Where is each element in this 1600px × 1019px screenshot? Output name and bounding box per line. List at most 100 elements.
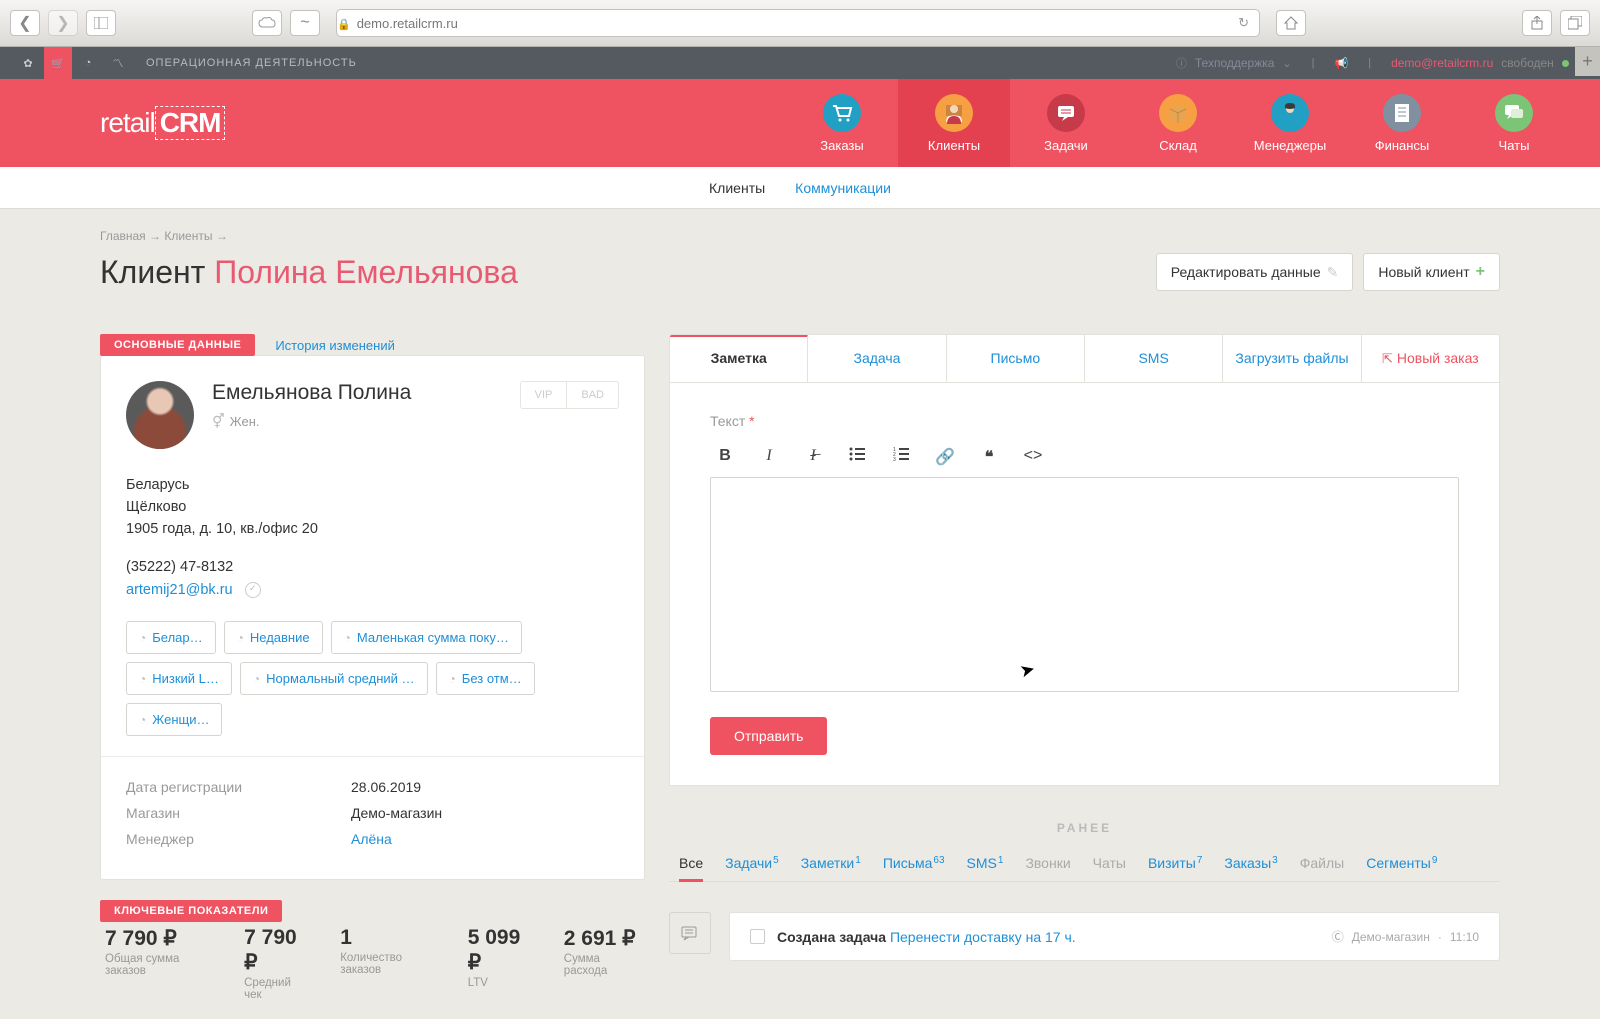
client-phone: (35222) 47-8132 xyxy=(126,559,619,575)
help-icon[interactable]: ⓘ xyxy=(1176,55,1187,71)
sidebar-toggle[interactable] xyxy=(86,10,116,36)
box-icon xyxy=(1159,94,1197,132)
tab-letter[interactable]: Письмо xyxy=(947,335,1085,382)
nav-tasks[interactable]: Задачи xyxy=(1010,79,1122,167)
tag[interactable]: ◔Низкий L… xyxy=(126,662,232,695)
tab-new-order[interactable]: ⇱Новый заказ xyxy=(1362,335,1499,382)
steam-button[interactable]: ~ xyxy=(290,10,320,36)
url-text: demo.retailcrm.ru xyxy=(357,16,458,31)
tab-upload[interactable]: Загрузить файлы xyxy=(1223,335,1361,382)
tab-task[interactable]: Задача xyxy=(808,335,946,382)
link-icon[interactable]: 🔗 xyxy=(935,447,955,467)
home-icon xyxy=(1284,16,1298,30)
code-icon[interactable]: <> xyxy=(1023,447,1043,467)
nav-clients[interactable]: Клиенты xyxy=(898,79,1010,167)
bullet-list-icon[interactable] xyxy=(847,447,867,467)
client-email[interactable]: artemij21@bk.ru xyxy=(126,582,233,598)
share-icon xyxy=(1531,16,1543,30)
cloud-button[interactable] xyxy=(252,10,282,36)
main-data-tag: ОСНОВНЫЕ ДАННЫЕ xyxy=(100,334,255,356)
filter-tasks[interactable]: Задачи5 xyxy=(725,855,779,871)
vip-button[interactable]: VIP xyxy=(520,381,568,409)
pie-icon: ◔ xyxy=(344,631,351,645)
home-button[interactable] xyxy=(1276,10,1306,36)
task-link[interactable]: Перенести доставку на 17 ч. xyxy=(890,929,1076,945)
filter-visits[interactable]: Визиты7 xyxy=(1148,855,1202,871)
address-bar[interactable]: demo.retailcrm.ru ↻ xyxy=(336,9,1260,37)
numbered-list-icon[interactable]: 123 xyxy=(891,447,911,467)
megaphone-icon[interactable]: 📢 xyxy=(1335,57,1349,70)
filter-notes[interactable]: Заметки1 xyxy=(801,855,861,871)
sub-nav: Клиенты Коммуникации xyxy=(0,167,1600,209)
new-client-button[interactable]: Новый клиент + xyxy=(1363,253,1500,291)
forward-button[interactable]: ❯ xyxy=(48,10,78,36)
filter-chats[interactable]: Чаты xyxy=(1093,855,1126,871)
filter-sms[interactable]: SMS1 xyxy=(967,855,1004,871)
bad-button[interactable]: BAD xyxy=(567,381,619,409)
analytics-icon[interactable]: ◔ xyxy=(74,47,102,79)
subnav-clients[interactable]: Клиенты xyxy=(709,180,765,196)
cloud-icon xyxy=(258,17,276,29)
tag[interactable]: ◔Недавние xyxy=(224,621,323,654)
filter-calls[interactable]: Звонки xyxy=(1025,855,1070,871)
nav-chats[interactable]: Чаты xyxy=(1458,79,1570,167)
kpi-total: 7 790 ₽ xyxy=(105,926,214,951)
action-tabs: Заметка Задача Письмо SMS Загрузить файл… xyxy=(669,334,1500,383)
tag[interactable]: ◔Маленькая сумма поку… xyxy=(331,621,522,654)
tag[interactable]: ◔Женщи… xyxy=(126,703,222,736)
filter-all[interactable]: Все xyxy=(679,855,703,871)
cart-util-icon[interactable]: 🛒 xyxy=(44,47,72,79)
timeline-icon xyxy=(669,912,711,954)
subnav-comm[interactable]: Коммуникации xyxy=(795,180,891,196)
nav-managers[interactable]: Менеджеры xyxy=(1234,79,1346,167)
browser-chrome: ❮ ❯ ~ demo.retailcrm.ru ↻ xyxy=(0,0,1600,47)
breadcrumb: Главная → Клиенты → xyxy=(100,229,1500,243)
manager-value[interactable]: Алёна xyxy=(351,831,392,847)
document-icon xyxy=(1383,94,1421,132)
tag[interactable]: ◔Нормальный средний … xyxy=(240,662,428,695)
filter-orders[interactable]: Заказы3 xyxy=(1224,855,1277,871)
note-editor[interactable] xyxy=(710,477,1459,692)
filter-segments[interactable]: Сегменты9 xyxy=(1366,855,1437,871)
edit-button[interactable]: Редактировать данные ✎ xyxy=(1156,253,1354,291)
tag[interactable]: ◔Без отм… xyxy=(436,662,535,695)
task-checkbox[interactable] xyxy=(750,929,765,944)
chats-icon xyxy=(1495,94,1533,132)
share-button[interactable] xyxy=(1522,10,1552,36)
strike-icon[interactable]: I̶ xyxy=(803,447,823,467)
quote-icon[interactable]: ❝ xyxy=(979,447,999,467)
gender-icon: ⚥ xyxy=(212,413,225,430)
client-fullname: Емельянова Полина xyxy=(212,381,502,405)
history-link[interactable]: История изменений xyxy=(275,338,395,353)
shop-badge-icon: Ⓒ xyxy=(1332,928,1344,945)
utility-bar: ✿ 🛒 ◔ 〽 ОПЕРАЦИОННАЯ ДЕЯТЕЛЬНОСТЬ ⓘ Техп… xyxy=(0,47,1600,79)
italic-icon[interactable]: I xyxy=(759,447,779,467)
tag[interactable]: ◔Белар… xyxy=(126,621,216,654)
user-email[interactable]: demo@retailcrm.ru xyxy=(1391,56,1493,70)
logo[interactable]: retailCRM xyxy=(100,106,225,140)
gear-icon[interactable]: ✿ xyxy=(14,47,42,79)
nav-finance[interactable]: Финансы xyxy=(1346,79,1458,167)
new-tab-button[interactable]: + xyxy=(1575,47,1600,76)
filter-letters[interactable]: Письма63 xyxy=(883,855,945,871)
filter-files[interactable]: Файлы xyxy=(1300,855,1344,871)
submit-button[interactable]: Отправить xyxy=(710,717,827,755)
tab-sms[interactable]: SMS xyxy=(1085,335,1223,382)
user-status: свободен xyxy=(1501,56,1554,70)
external-icon: ⇱ xyxy=(1382,351,1393,366)
pencil-icon: ✎ xyxy=(1327,264,1339,281)
tabs-button[interactable] xyxy=(1560,10,1590,36)
earlier-label: РАНЕЕ xyxy=(669,821,1500,835)
reload-icon[interactable]: ↻ xyxy=(1238,15,1249,31)
bold-icon[interactable]: B xyxy=(715,447,735,467)
verified-icon xyxy=(245,582,261,598)
back-button[interactable]: ❮ xyxy=(10,10,40,36)
chevron-down-icon: ⌄ xyxy=(1282,57,1291,70)
chat-icon xyxy=(1047,94,1085,132)
nav-warehouse[interactable]: Склад xyxy=(1122,79,1234,167)
support-link[interactable]: Техподдержка xyxy=(1195,56,1275,70)
nav-orders[interactable]: Заказы xyxy=(786,79,898,167)
chart-icon[interactable]: 〽 xyxy=(104,47,132,79)
text-label: Текст * xyxy=(710,413,1459,429)
tab-note[interactable]: Заметка xyxy=(670,334,808,382)
